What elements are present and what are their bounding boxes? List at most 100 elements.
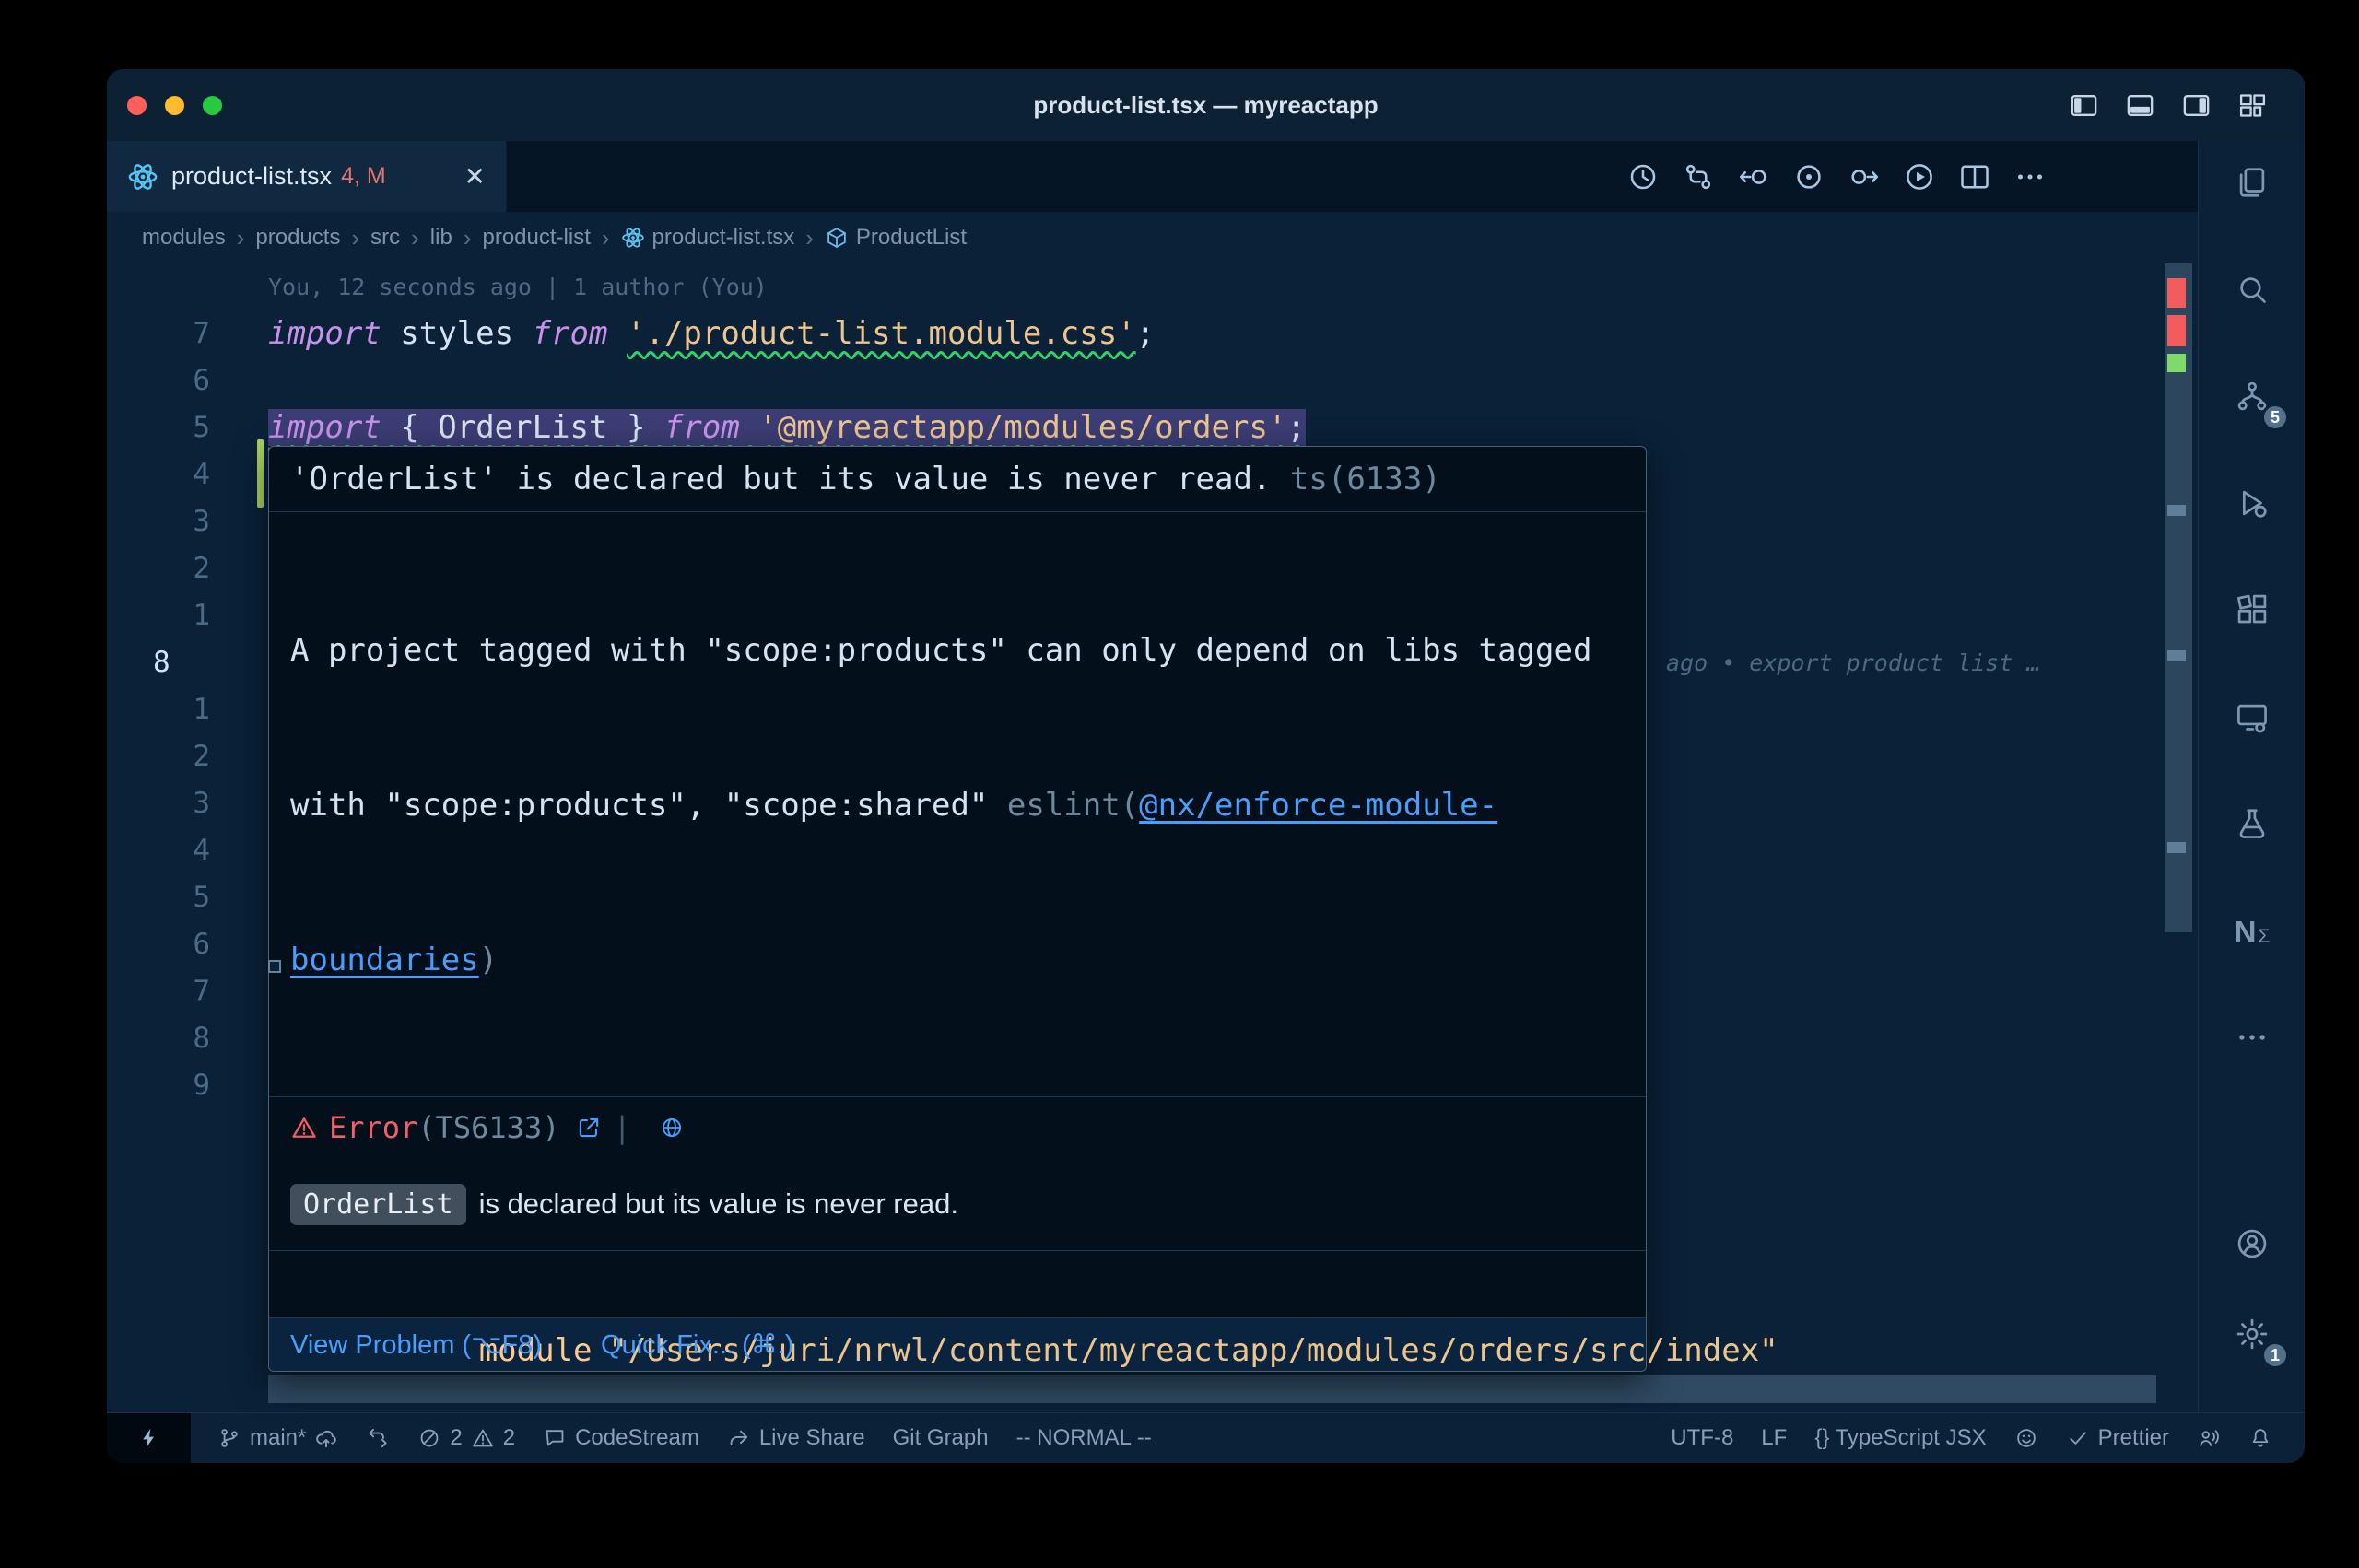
line-number[interactable]: 1 bbox=[107, 592, 210, 639]
error-detail-text: is declared but its value is never read. bbox=[479, 1188, 958, 1221]
line-number[interactable]: 1 bbox=[107, 686, 210, 733]
view-problem-link[interactable]: View Problem (⌥F8) bbox=[290, 1328, 542, 1361]
error-detail-row: OrderList is declared but its value is n… bbox=[269, 1158, 1646, 1250]
tab-close-icon[interactable]: ✕ bbox=[464, 161, 486, 192]
activity-more-views[interactable] bbox=[2199, 995, 2305, 1083]
hover-resize-handle[interactable] bbox=[268, 960, 281, 973]
line-number[interactable]: 4 bbox=[107, 827, 210, 874]
split-editor-icon[interactable] bbox=[1958, 160, 1991, 193]
code-token: OrderList bbox=[438, 409, 607, 446]
activity-extensions[interactable] bbox=[2199, 568, 2305, 656]
previous-change-icon[interactable] bbox=[1737, 160, 1770, 193]
notifications-item[interactable] bbox=[2235, 1413, 2286, 1463]
breadcrumb-label: product-list bbox=[482, 225, 590, 251]
inline-blame: ago • export product list … bbox=[1666, 639, 2040, 686]
editor[interactable]: 76543218123456789 You, 12 seconds ago | … bbox=[107, 263, 2198, 1412]
code-token: import bbox=[268, 409, 381, 446]
codestream-item[interactable]: CodeStream bbox=[529, 1413, 713, 1463]
tab-product-list[interactable]: product-list.tsx 4, M ✕ bbox=[107, 141, 507, 212]
editor-actions bbox=[1626, 141, 2047, 212]
code-line-import-styles[interactable]: import styles from './product-list.modul… bbox=[268, 310, 1155, 357]
breadcrumb-item-products[interactable]: products bbox=[255, 225, 340, 251]
toggle-panel-right-icon[interactable] bbox=[2181, 90, 2212, 121]
window-title: product-list.tsx — myreactapp bbox=[107, 69, 2305, 141]
line-number[interactable]: 2 bbox=[107, 733, 210, 780]
eslint-rule-link-wrap[interactable]: boundaries bbox=[290, 942, 479, 978]
activity-settings[interactable]: 1 bbox=[2199, 1292, 2305, 1380]
breadcrumb-item-modules[interactable]: modules bbox=[142, 225, 226, 251]
line-number[interactable]: 8 bbox=[153, 639, 170, 686]
line-number[interactable]: 7 bbox=[107, 310, 210, 357]
line-number[interactable]: 6 bbox=[107, 357, 210, 404]
status-bar-left: main*22CodeStreamLive ShareGit Graph-- N… bbox=[107, 1413, 1166, 1463]
prettier-item[interactable]: Prettier bbox=[2052, 1413, 2183, 1463]
status-label: 2 bbox=[503, 1425, 515, 1451]
eslint-source-prefix: eslint( bbox=[1007, 787, 1139, 824]
symbol-box-icon bbox=[825, 226, 849, 250]
git-graph-item[interactable]: Git Graph bbox=[879, 1413, 1003, 1463]
line-number[interactable]: 5 bbox=[107, 404, 210, 451]
code-token: { bbox=[381, 409, 438, 446]
eslint-rule-link[interactable]: @nx/enforce-module- bbox=[1139, 787, 1497, 824]
feedback-item[interactable] bbox=[2001, 1413, 2052, 1463]
toggle-panel-left-icon[interactable] bbox=[2069, 90, 2099, 121]
current-revision-icon[interactable] bbox=[1792, 160, 1825, 193]
line-number[interactable]: 3 bbox=[107, 780, 210, 827]
activity-testing[interactable] bbox=[2199, 781, 2305, 870]
smiley-icon bbox=[2014, 1426, 2038, 1450]
activity-accounts[interactable] bbox=[2199, 1201, 2305, 1290]
code-token bbox=[740, 409, 758, 446]
breadcrumb-item-product-list-tsx[interactable]: product-list.tsx bbox=[621, 225, 795, 251]
overview-ruler-mark bbox=[2167, 842, 2186, 853]
run-code-icon[interactable] bbox=[1903, 160, 1936, 193]
activity-explorer[interactable] bbox=[2199, 140, 2305, 228]
status-label: CodeStream bbox=[575, 1425, 699, 1451]
more-actions-icon[interactable] bbox=[2013, 160, 2047, 193]
next-change-icon[interactable] bbox=[1848, 160, 1881, 193]
timeline-icon[interactable] bbox=[1626, 160, 1660, 193]
line-number[interactable]: 3 bbox=[107, 498, 210, 545]
quick-fix-link[interactable]: Quick Fix... (⌘.) bbox=[601, 1328, 793, 1361]
diagnostic-source: ts(6133) bbox=[1271, 461, 1440, 497]
activity-run-debug[interactable] bbox=[2199, 461, 2305, 549]
activity-remote-explorer[interactable] bbox=[2199, 674, 2305, 763]
breadcrumb-item-product-list[interactable]: product-list bbox=[482, 225, 590, 251]
live-share-item[interactable]: Live Share bbox=[713, 1413, 879, 1463]
line-number[interactable]: 5 bbox=[107, 874, 210, 921]
vim-mode-item[interactable]: -- NORMAL -- bbox=[1003, 1413, 1166, 1463]
line-number[interactable]: 2 bbox=[107, 545, 210, 592]
remote-indicator[interactable] bbox=[107, 1413, 191, 1463]
line-number[interactable]: 4 bbox=[107, 451, 210, 498]
breadcrumb-separator-icon: › bbox=[237, 224, 245, 252]
code-line-import-orderlist[interactable]: import { OrderList } from '@myreactapp/m… bbox=[268, 404, 1306, 451]
line-number[interactable]: 6 bbox=[107, 921, 210, 968]
activity-source-control[interactable]: 5 bbox=[2199, 354, 2305, 442]
eslint-text-line1: A project tagged with "scope:products" c… bbox=[290, 632, 1591, 669]
globe-icon[interactable] bbox=[659, 1115, 685, 1141]
line-number[interactable]: 7 bbox=[107, 968, 210, 1015]
encoding-item[interactable]: UTF-8 bbox=[1657, 1413, 1747, 1463]
toggle-panel-bottom-icon[interactable] bbox=[2125, 90, 2155, 121]
react-icon bbox=[621, 226, 645, 250]
breadcrumb-item-src[interactable]: src bbox=[370, 225, 400, 251]
breadcrumb-label: product-list.tsx bbox=[652, 225, 795, 251]
customize-layout-icon[interactable] bbox=[2237, 90, 2268, 121]
tab-label: product-list.tsx bbox=[171, 162, 332, 191]
remote-bolt-icon bbox=[137, 1426, 161, 1450]
ellipsis-icon bbox=[2235, 1020, 2270, 1059]
breadcrumb-item-lib[interactable]: lib bbox=[430, 225, 452, 251]
voice-item[interactable] bbox=[2183, 1413, 2235, 1463]
line-number[interactable]: 8 bbox=[107, 1015, 210, 1062]
error-code: (TS6133) bbox=[417, 1110, 559, 1145]
eol-item[interactable]: LF bbox=[1747, 1413, 1801, 1463]
line-number[interactable]: 9 bbox=[107, 1062, 210, 1109]
language-item[interactable]: {} TypeScript JSX bbox=[1801, 1413, 2000, 1463]
overview-ruler-mark bbox=[2167, 650, 2186, 661]
compare-changes-icon[interactable] bbox=[1682, 160, 1715, 193]
breadcrumb-item-productlist[interactable]: ProductList bbox=[825, 225, 967, 251]
activity-nx-console[interactable]: NΣ bbox=[2199, 888, 2305, 977]
run-debug-icon bbox=[2235, 486, 2270, 525]
activity-search[interactable] bbox=[2199, 247, 2305, 335]
eslint-diagnostic-message: A project tagged with "scope:products" c… bbox=[269, 512, 1646, 1096]
open-docs-icon[interactable] bbox=[576, 1115, 602, 1141]
